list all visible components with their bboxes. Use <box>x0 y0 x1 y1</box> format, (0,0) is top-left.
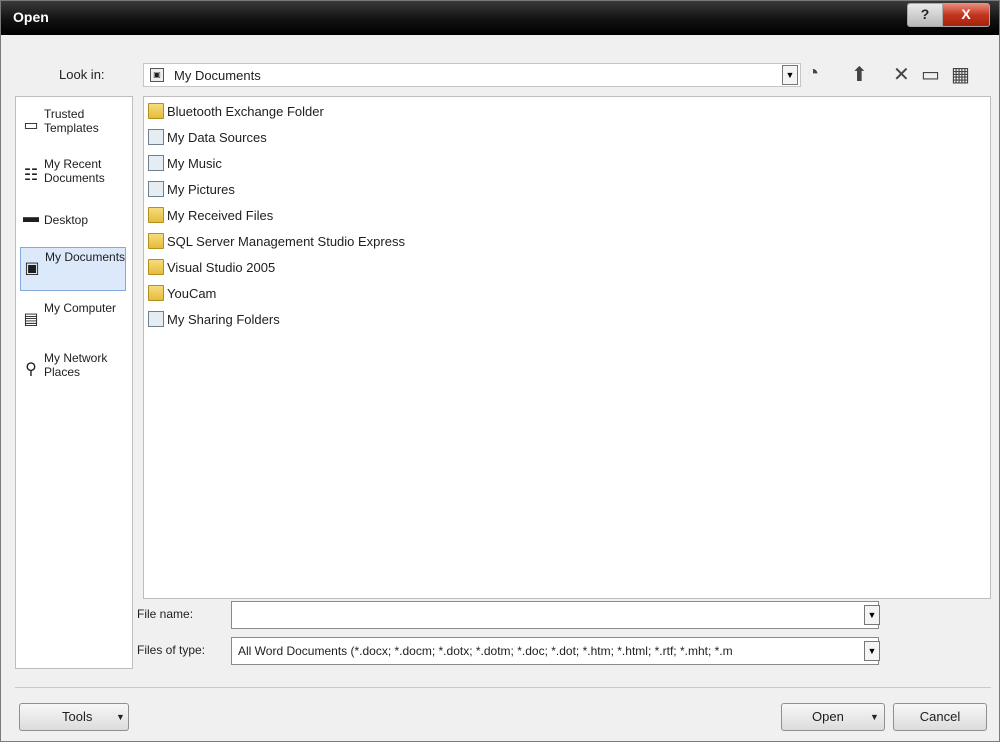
place-label: My Documents <box>45 250 126 264</box>
sharing-folder-icon <box>148 311 164 327</box>
place-trusted-templates[interactable]: ▭ Trusted Templates <box>20 105 126 149</box>
data-sources-icon <box>148 129 164 145</box>
file-name: YouCam <box>167 286 217 301</box>
folder-icon <box>148 285 164 301</box>
place-label: Trusted Templates <box>44 107 99 135</box>
folder-icon: ▭ <box>23 117 39 134</box>
pictures-folder-icon <box>148 181 164 197</box>
place-my-documents[interactable]: ▣ My Documents <box>20 247 126 291</box>
place-label: My Recent Documents <box>44 157 105 185</box>
file-name: Bluetooth Exchange Folder <box>167 104 324 119</box>
place-label: My Network Places <box>44 351 108 379</box>
list-item[interactable]: YouCam <box>148 285 216 307</box>
file-list[interactable]: Bluetooth Exchange Folder My Data Source… <box>143 96 991 599</box>
my-documents-icon: ▣ <box>24 260 40 277</box>
title-bar[interactable]: Open ? X <box>1 1 999 35</box>
file-name: My Sharing Folders <box>167 312 280 327</box>
network-icon: ⚲ <box>25 361 37 378</box>
tools-button[interactable]: Tools ▼ <box>19 703 129 731</box>
up-folder-icon[interactable]: ⬆ <box>851 62 868 87</box>
file-name: My Music <box>167 156 222 171</box>
file-name: My Data Sources <box>167 130 267 145</box>
place-desktop[interactable]: ▬ Desktop <box>20 205 126 249</box>
place-label: Desktop <box>44 213 89 227</box>
divider <box>15 687 991 688</box>
open-label: Open <box>812 709 844 724</box>
place-my-network-places[interactable]: ⚲ My Network Places <box>20 349 126 393</box>
file-name: My Pictures <box>167 182 235 197</box>
place-label: My Computer <box>44 301 117 315</box>
look-in-label: Look in: <box>59 67 105 82</box>
views-icon[interactable]: ▦ <box>951 62 970 87</box>
desktop-icon: ▬ <box>23 209 39 226</box>
list-item[interactable]: My Pictures <box>148 181 235 203</box>
file-name: My Received Files <box>167 208 274 223</box>
list-item[interactable]: My Sharing Folders <box>148 311 280 333</box>
file-name: Visual Studio 2005 <box>167 260 276 275</box>
chevron-down-icon[interactable]: ▼ <box>782 65 798 85</box>
chevron-down-icon[interactable]: ▼ <box>870 704 879 730</box>
folder-icon <box>148 259 164 275</box>
music-folder-icon <box>148 155 164 171</box>
file-type-dropdown[interactable]: All Word Documents (*.docx; *.docm; *.do… <box>231 637 880 665</box>
list-item[interactable]: My Data Sources <box>148 129 267 151</box>
tools-label: Tools <box>62 709 93 724</box>
computer-icon: ▤ <box>23 311 39 328</box>
open-button[interactable]: Open ▼ <box>781 703 885 731</box>
file-type-label: Files of type: <box>137 643 206 657</box>
recent-documents-icon: ☷ <box>23 167 39 184</box>
chevron-down-icon[interactable]: ▼ <box>864 605 880 625</box>
close-button[interactable]: X <box>942 3 990 27</box>
file-name-label: File name: <box>137 607 194 621</box>
folder-icon <box>148 207 164 223</box>
list-item[interactable]: Visual Studio 2005 <box>148 259 275 281</box>
window-title: Open <box>13 9 49 25</box>
look-in-dropdown[interactable]: ▣ My Documents ▼ <box>143 63 801 87</box>
chevron-down-icon: ▼ <box>116 712 125 722</box>
file-name-input[interactable]: ▼ <box>231 601 880 629</box>
new-folder-icon[interactable]: ▭ <box>921 62 940 87</box>
place-my-computer[interactable]: ▤ My Computer <box>20 299 126 343</box>
folder-icon <box>148 233 164 249</box>
file-type-value: All Word Documents (*.docx; *.docm; *.do… <box>238 644 733 658</box>
list-item[interactable]: My Music <box>148 155 222 177</box>
delete-icon[interactable]: ✕ <box>893 62 910 87</box>
list-item[interactable]: SQL Server Management Studio Express <box>148 233 405 255</box>
look-in-value: My Documents <box>174 68 261 83</box>
file-name: SQL Server Management Studio Express <box>167 234 405 249</box>
open-dialog: Open ? X Look in: ▣ My Documents ▼ ◔ ⬆ ✕… <box>0 0 1000 742</box>
cancel-button[interactable]: Cancel <box>893 703 987 731</box>
list-item[interactable]: Bluetooth Exchange Folder <box>148 103 324 125</box>
list-item[interactable]: My Received Files <box>148 207 273 229</box>
places-bar: ▭ Trusted Templates ☷ My Recent Document… <box>15 96 133 669</box>
help-button[interactable]: ? <box>907 3 943 27</box>
my-documents-icon: ▣ <box>150 68 164 82</box>
back-icon[interactable]: ◔ <box>807 62 819 85</box>
folder-icon <box>148 103 164 119</box>
place-my-recent-documents[interactable]: ☷ My Recent Documents <box>20 155 126 199</box>
chevron-down-icon[interactable]: ▼ <box>864 641 880 661</box>
